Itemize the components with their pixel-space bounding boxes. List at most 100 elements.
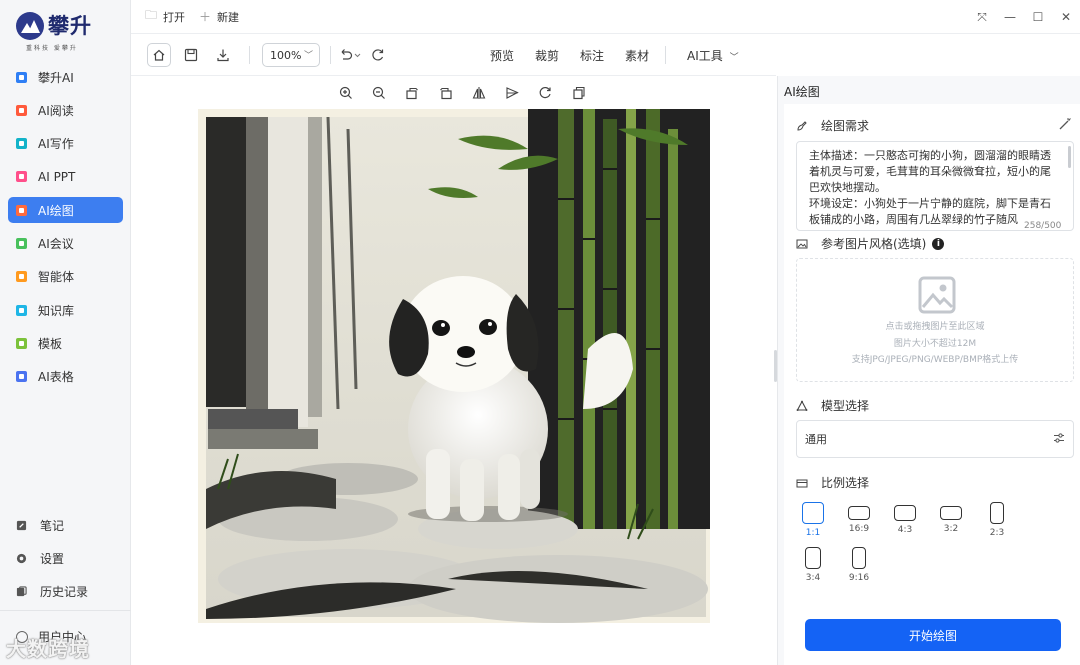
left-sidebar: 攀升 重科技 爱攀升 攀升AI AI阅读 AI写作 AI PPT AI绘图 AI… xyxy=(0,0,131,665)
reference-image-upload[interactable]: 点击或拖拽图片至此区域 图片大小不超过12M 支持JPG/JPEG/PNG/WE… xyxy=(796,258,1074,382)
open-label: 打开 xyxy=(163,10,186,24)
close-icon[interactable]: ✕ xyxy=(1052,10,1080,24)
sidebar-item-ai-table[interactable]: AI表格 xyxy=(8,364,123,390)
zoom-in-icon[interactable] xyxy=(329,82,362,104)
maximize-icon[interactable]: ☐ xyxy=(1024,10,1052,24)
ratio-label: 3:2 xyxy=(943,524,959,534)
preview-menu[interactable]: 预览 xyxy=(490,47,514,64)
reset-icon[interactable] xyxy=(529,82,562,104)
sidebar-item-history[interactable]: 历史记录 xyxy=(8,579,123,605)
sidebar-item-label: 历史记录 xyxy=(40,585,89,600)
sidebar-item-label: 知识库 xyxy=(38,303,75,318)
home-icon xyxy=(153,49,165,61)
ratio-shape xyxy=(990,502,1004,524)
prompt-textarea[interactable]: 主体描述：一只憨态可掬的小狗，圆溜溜的眼睛透着机灵与可爱，毛茸茸的耳朵微微耷拉，… xyxy=(796,141,1074,231)
new-button[interactable]: ＋ 新建 xyxy=(199,8,239,25)
zoom-out-icon[interactable] xyxy=(362,82,395,104)
open-button[interactable]: 🗀 打开 xyxy=(145,6,185,27)
sidebar-item-templates[interactable]: 模板 xyxy=(8,330,123,356)
sidebar-item-settings[interactable]: 设置 xyxy=(8,545,123,571)
model-select[interactable]: 通用 xyxy=(796,420,1074,458)
ratio-option-9-16[interactable]: 9:16 xyxy=(844,547,874,583)
start-drawing-button[interactable]: 开始绘图 xyxy=(805,619,1061,651)
model-section-title: 模型选择 xyxy=(796,397,869,414)
prompt-section-title: 绘图需求 xyxy=(796,117,1071,134)
ratio-shape xyxy=(852,547,866,569)
folder-icon: 🗀 xyxy=(145,8,158,22)
agent-icon xyxy=(16,271,27,283)
history-icon xyxy=(16,586,27,597)
gear-icon xyxy=(16,553,27,563)
ratio-section-title: 比例选择 xyxy=(796,474,869,491)
flip-horizontal-icon[interactable] xyxy=(462,82,495,104)
panel-body: 绘图需求 主体描述：一只憨态可掬的小狗，圆溜溜的眼睛透着机灵与可爱，毛茸茸的耳朵… xyxy=(784,104,1080,665)
ratio-label: 2:3 xyxy=(989,528,1005,538)
sidebar-item-pansheng-ai[interactable]: 攀升AI xyxy=(8,64,123,90)
copy-icon[interactable] xyxy=(562,82,595,104)
rotate-right-icon[interactable] xyxy=(429,82,462,104)
redo-button[interactable] xyxy=(366,43,390,67)
panel-tab-ai-drawing[interactable]: AI绘图 xyxy=(784,83,820,100)
save-icon xyxy=(184,48,198,62)
zoom-select[interactable]: 100% ﹀ xyxy=(262,43,320,67)
sidebar-item-ai-ppt[interactable]: AI PPT xyxy=(8,164,123,190)
brush-icon xyxy=(797,120,807,131)
save-button[interactable] xyxy=(179,43,203,67)
prompt-scrollbar[interactable] xyxy=(1068,146,1071,168)
sidebar-item-ai-meeting[interactable]: AI会议 xyxy=(8,230,123,256)
settings-sliders-icon xyxy=(1054,433,1064,443)
magic-wand-icon[interactable] xyxy=(1058,117,1072,131)
notes-icon xyxy=(16,520,27,530)
image-icon xyxy=(796,239,808,248)
undo-icon xyxy=(341,49,361,60)
pin-icon[interactable]: ⤧ xyxy=(968,10,996,25)
ratio-option-4-3[interactable]: 4:3 xyxy=(890,502,920,535)
generated-image[interactable] xyxy=(198,109,710,623)
sidebar-item-ai-reading[interactable]: AI阅读 xyxy=(8,97,123,123)
image-canvas xyxy=(131,76,776,665)
sidebar-item-agent[interactable]: 智能体 xyxy=(8,264,123,290)
sidebar-item-label: 设置 xyxy=(40,551,65,566)
meeting-icon xyxy=(16,237,27,249)
prompt-title-label: 绘图需求 xyxy=(821,119,870,133)
ai-tools-menu[interactable]: AI工具 ﹀ xyxy=(687,47,739,64)
ratio-option-3-2[interactable]: 3:2 xyxy=(936,502,966,534)
sidebar-item-knowledge-base[interactable]: 知识库 xyxy=(8,297,123,323)
model-title-label: 模型选择 xyxy=(821,399,870,413)
minimize-icon[interactable]: — xyxy=(996,10,1024,24)
ratio-option-1-1[interactable]: 1:1 xyxy=(798,502,828,538)
materials-menu[interactable]: 素材 xyxy=(625,47,649,64)
new-label: 新建 xyxy=(217,10,240,24)
ratio-option-16-9[interactable]: 16:9 xyxy=(844,502,874,534)
plus-icon: ＋ xyxy=(199,10,212,24)
ratio-shape xyxy=(802,502,824,524)
download-button[interactable] xyxy=(211,43,235,67)
flip-vertical-icon[interactable] xyxy=(495,82,528,104)
ratio-option-2-3[interactable]: 2:3 xyxy=(982,502,1012,538)
upload-image-icon xyxy=(918,276,956,314)
redo-icon xyxy=(372,49,384,61)
ratio-label: 16:9 xyxy=(848,524,870,534)
home-button[interactable] xyxy=(147,43,171,67)
ppt-icon xyxy=(16,171,27,183)
info-icon[interactable]: i xyxy=(932,237,945,250)
ratio-option-3-4[interactable]: 3:4 xyxy=(798,547,828,583)
sidebar-item-label: AI写作 xyxy=(38,137,74,152)
crop-menu[interactable]: 裁剪 xyxy=(535,47,559,64)
model-icon xyxy=(796,399,808,411)
sidebar-item-notes[interactable]: 笔记 xyxy=(8,512,123,538)
download-icon xyxy=(217,49,229,62)
sidebar-item-ai-writing[interactable]: AI写作 xyxy=(8,131,123,157)
drawing-icon xyxy=(16,204,27,216)
prompt-text: 主体描述：一只憨态可掬的小狗，圆溜溜的眼睛透着机灵与可爱，毛茸茸的耳朵微微耷拉，… xyxy=(809,149,1051,226)
zoom-value: 100% xyxy=(270,48,302,62)
sidebar-item-label: 模板 xyxy=(38,336,63,351)
annotate-menu[interactable]: 标注 xyxy=(580,47,604,64)
sidebar-item-label: 笔记 xyxy=(40,518,65,533)
rotate-left-icon[interactable] xyxy=(396,82,429,104)
upload-size-limit: 图片大小不超过12M xyxy=(893,339,977,349)
undo-button[interactable] xyxy=(336,43,366,67)
sidebar-item-label: AI绘图 xyxy=(38,203,74,218)
upload-hint: 点击或拖拽图片至此区域 xyxy=(885,322,985,332)
sidebar-item-ai-drawing[interactable]: AI绘图 xyxy=(8,197,123,224)
